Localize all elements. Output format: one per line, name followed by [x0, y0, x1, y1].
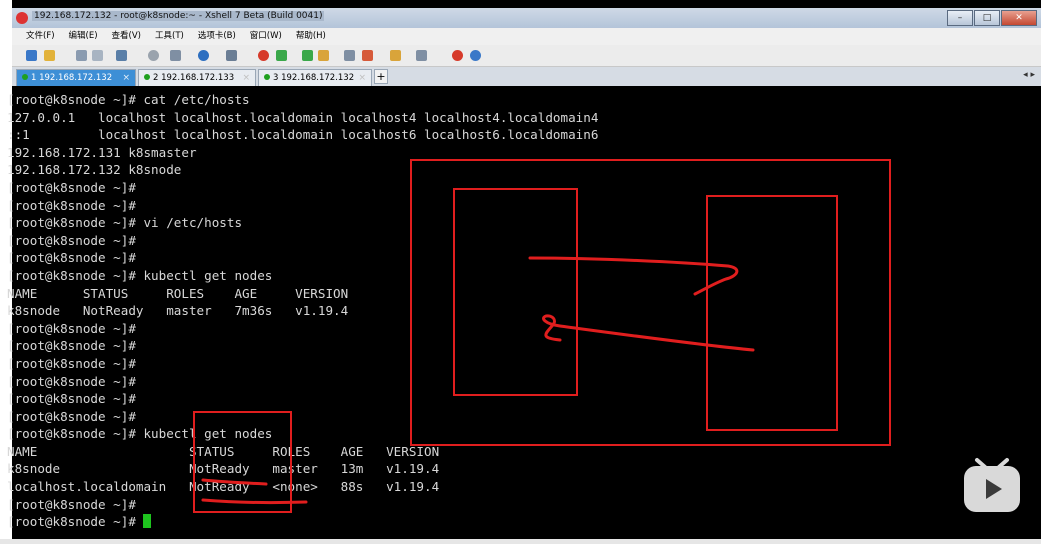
tab-close-icon[interactable]: × [122, 70, 130, 86]
layout-icon[interactable] [390, 50, 401, 61]
connect-icon[interactable] [76, 50, 87, 61]
terminal-line: [root@k8snode ~]# [7, 373, 136, 389]
chat-icon[interactable] [470, 50, 481, 61]
tab-session-2[interactable]: 2 192.168.172.133 × [138, 69, 256, 86]
terminal-line: [root@k8snode ~]# [7, 355, 136, 371]
terminal-line: k8snode NotReady master 7m36s v1.19.4 [7, 303, 349, 319]
terminal-line: [root@k8snode ~]# [7, 320, 136, 336]
tab-close-icon[interactable]: × [358, 70, 366, 86]
terminal-line: [root@k8snode ~]# [7, 408, 136, 424]
window-controls: – □ ✕ [947, 10, 1037, 26]
fullscreen-icon[interactable] [302, 50, 313, 61]
terminal-line: [root@k8snode ~]# [7, 391, 136, 407]
minimize-button[interactable]: – [947, 10, 973, 26]
terminal-line: localhost.localdomain NotReady <none> 88… [7, 479, 440, 495]
terminal-line: [root@k8snode ~]# cat /etc/hosts [7, 92, 250, 107]
color-scheme-icon[interactable] [198, 50, 209, 61]
terminal-line: ::1 localhost localhost.localdomain loca… [7, 127, 599, 143]
menu-tools[interactable]: 工具(T) [155, 28, 184, 45]
close-button[interactable]: ✕ [1001, 10, 1037, 26]
terminal-line: [root@k8snode ~]# [7, 232, 136, 248]
terminal-line: NAME STATUS ROLES AGE VERSION [7, 443, 440, 459]
menu-bar: 文件(F) 编辑(E) 查看(V) 工具(T) 选项卡(B) 窗口(W) 帮助(… [12, 28, 1041, 45]
terminal-line: 127.0.0.1 localhost localhost.localdomai… [7, 109, 599, 125]
video-play-icon[interactable] [961, 456, 1023, 518]
menu-tabs[interactable]: 选项卡(B) [198, 28, 236, 45]
tab-label: 3 192.168.172.132 [273, 73, 355, 83]
maximize-button[interactable]: □ [974, 10, 1000, 26]
terminal-line: [root@k8snode ~]# [7, 197, 136, 213]
properties-icon[interactable] [116, 50, 127, 61]
tab-close-icon[interactable]: × [242, 70, 250, 86]
terminal-line: [root@k8snode ~]# [7, 250, 136, 266]
terminal-line: [root@k8snode ~]# vi /etc/hosts [7, 215, 243, 231]
font-icon[interactable] [226, 50, 237, 61]
menu-window[interactable]: 窗口(W) [250, 28, 282, 45]
terminal-line: [root@k8snode ~]# [7, 514, 144, 530]
session-tabs: 1 192.168.172.132 × 2 192.168.172.133 × … [12, 67, 1041, 86]
title-bar: 192.168.172.132 - root@k8snode:~ - Xshel… [12, 8, 1041, 28]
open-folder-icon[interactable] [44, 50, 55, 61]
new-tab-button[interactable]: + [374, 69, 388, 84]
terminal-line: NAME STATUS ROLES AGE VERSION [7, 285, 349, 301]
tab-layout-icon[interactable] [416, 50, 427, 61]
connected-status-icon [22, 74, 28, 80]
terminal-icon[interactable] [276, 50, 287, 61]
new-session-icon[interactable] [26, 50, 37, 61]
terminal-line: 192.168.172.131 k8smaster [7, 144, 197, 160]
terminal-line: [root@k8snode ~]# kubectl get nodes [7, 267, 273, 283]
terminal-output[interactable]: [root@k8snode ~]# cat /etc/hosts 127.0.0… [7, 91, 598, 531]
tab-session-3[interactable]: 3 192.168.172.132 × [258, 69, 372, 86]
terminal-line: [root@k8snode ~]# kubectl get nodes [7, 426, 273, 442]
menu-view[interactable]: 查看(V) [112, 28, 141, 45]
terminal-line: 192.168.172.132 k8snode [7, 162, 182, 178]
connected-status-icon [264, 74, 270, 80]
copy-icon[interactable] [170, 50, 181, 61]
connected-status-icon [144, 74, 150, 80]
toolbar [12, 45, 1041, 67]
compose-icon[interactable] [362, 50, 373, 61]
menu-file[interactable]: 文件(F) [26, 28, 55, 45]
tab-label: 1 192.168.172.132 [31, 73, 113, 83]
lock-icon[interactable] [318, 50, 329, 61]
tab-label: 2 192.168.172.133 [153, 73, 235, 83]
terminal-line: [root@k8snode ~]# [7, 179, 136, 195]
find-icon[interactable] [148, 50, 159, 61]
status-bar [0, 539, 1041, 544]
disconnect-icon[interactable] [92, 50, 103, 61]
menu-edit[interactable]: 编辑(E) [69, 28, 98, 45]
tab-scroll-arrows[interactable]: ◂ ▸ [1023, 70, 1035, 80]
menu-help[interactable]: 帮助(H) [296, 28, 326, 45]
xshell-logo-icon [16, 12, 28, 24]
tab-session-1[interactable]: 1 192.168.172.132 × [16, 69, 136, 86]
window-title: 192.168.172.132 - root@k8snode:~ - Xshel… [32, 11, 325, 21]
terminal-line: [root@k8snode ~]# [7, 338, 136, 354]
xftp-icon[interactable] [258, 50, 269, 61]
terminal-line: k8snode NotReady master 13m v1.19.4 [7, 461, 440, 477]
keyboard-icon[interactable] [344, 50, 355, 61]
help-icon[interactable] [452, 50, 463, 61]
terminal-prompt-line: [root@k8snode ~]# [7, 513, 598, 531]
terminal-cursor [143, 514, 152, 529]
terminal-line: [root@k8snode ~]# [7, 496, 136, 512]
